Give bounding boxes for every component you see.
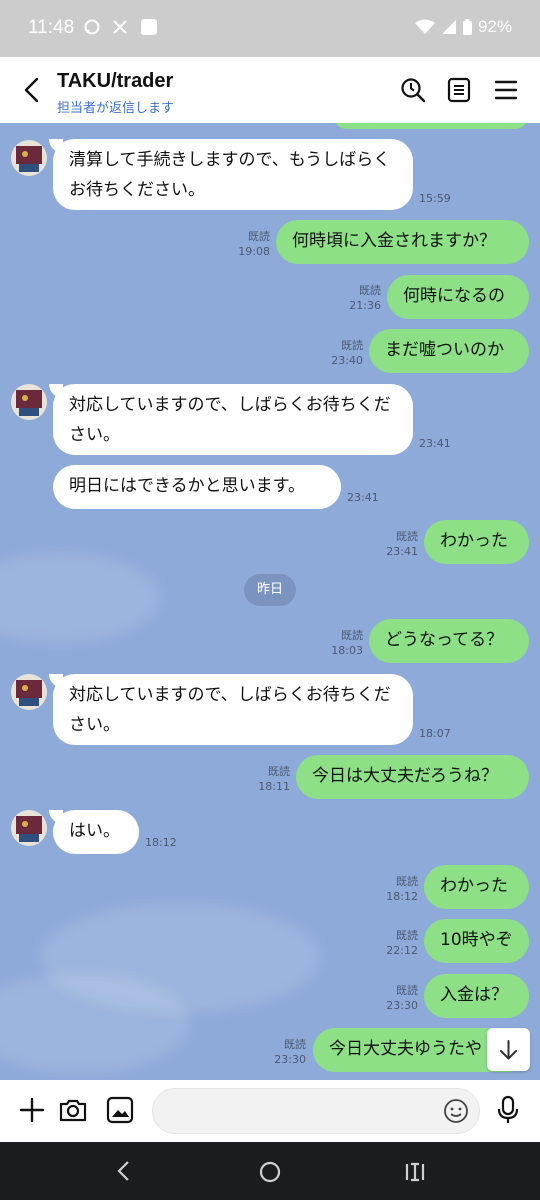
message-time: 18:12 — [145, 836, 177, 849]
message-time: 23:41 — [386, 545, 418, 558]
read-receipt: 既読 — [268, 765, 290, 778]
read-receipt: 既読 — [396, 929, 418, 942]
message-input-bar — [0, 1080, 540, 1142]
wifi-icon — [414, 19, 435, 34]
message-meta: 既読 21:36 — [343, 283, 381, 313]
message-meta: 既読 18:11 — [252, 764, 290, 794]
chat-header: TAKU/trader 担当者が返信します — [0, 57, 540, 123]
read-receipt: 既読 — [396, 530, 418, 543]
chat-notification-icon — [84, 19, 100, 35]
outgoing-message[interactable]: 何時になるの — [387, 275, 529, 319]
message-meta: 既読 23:30 — [374, 983, 418, 1013]
message-meta: 既読 19:08 — [232, 229, 270, 259]
scroll-to-bottom-button[interactable] — [487, 1028, 530, 1071]
nav-recents-icon[interactable] — [403, 1161, 427, 1183]
app-notification-icon — [141, 19, 157, 35]
x-app-icon — [113, 20, 127, 34]
message-time: 23:40 — [331, 354, 363, 367]
read-receipt: 既読 — [359, 284, 381, 297]
outgoing-message[interactable]: まだ嘘ついのか — [369, 329, 529, 373]
message-meta: 既読 18:03 — [325, 628, 363, 658]
outgoing-message[interactable]: 入金は？ — [424, 974, 529, 1018]
battery-icon — [462, 19, 472, 35]
nav-back-icon[interactable] — [114, 1160, 134, 1182]
message-input[interactable] — [152, 1088, 480, 1134]
background-cloud — [0, 553, 160, 643]
signal-icon — [441, 20, 456, 34]
outgoing-message[interactable]: わかった — [424, 520, 529, 564]
chat-subtitle: 担当者が返信します — [57, 101, 175, 116]
message-time: 18:07 — [419, 727, 451, 740]
incoming-message[interactable]: 明日にはできるかと思います。 — [53, 465, 341, 509]
chat-area[interactable]: 清算して手続きしますので、もうしばらくお待ちください。 15:59 既読 19:… — [0, 123, 540, 1080]
avatar[interactable] — [11, 810, 47, 846]
arrow-down-icon — [500, 1040, 517, 1060]
plus-icon[interactable] — [17, 1095, 47, 1125]
battery-level: 92% — [477, 17, 512, 36]
nav-home-icon[interactable] — [258, 1160, 282, 1184]
hamburger-menu-icon[interactable] — [493, 77, 519, 103]
read-receipt: 既読 — [396, 984, 418, 997]
message-meta: 既読 23:41 — [380, 529, 418, 559]
message-time: 23:30 — [274, 1053, 306, 1066]
message-meta: 既読 18:12 — [380, 874, 418, 904]
avatar[interactable] — [11, 140, 47, 176]
avatar[interactable] — [11, 674, 47, 710]
chat-title: TAKU/trader — [57, 70, 174, 92]
microphone-icon[interactable] — [493, 1095, 523, 1125]
message-time: 15:59 — [419, 192, 451, 205]
emoji-icon[interactable] — [443, 1098, 469, 1124]
message-time: 21:36 — [349, 299, 381, 312]
outgoing-message[interactable]: どうなってる？ — [369, 619, 529, 663]
message-meta: 既読 23:40 — [325, 338, 363, 368]
avatar[interactable] — [11, 384, 47, 420]
read-receipt: 既読 — [341, 339, 363, 352]
outgoing-message-partial[interactable] — [334, 123, 528, 129]
message-time: 23:41 — [419, 437, 451, 450]
message-time: 18:12 — [386, 890, 418, 903]
message-time: 23:41 — [347, 491, 379, 504]
camera-icon[interactable] — [58, 1095, 88, 1125]
message-meta: 既読 22:12 — [380, 928, 418, 958]
image-icon[interactable] — [105, 1095, 135, 1125]
read-receipt: 既読 — [248, 230, 270, 243]
status-bar: 11:48 92% — [0, 0, 540, 57]
read-receipt: 既読 — [396, 875, 418, 888]
outgoing-message[interactable]: 今日は大丈夫だろうね？ — [296, 755, 529, 799]
message-time: 18:03 — [331, 644, 363, 657]
status-time: 11:48 — [28, 17, 75, 38]
system-nav-bar — [0, 1142, 540, 1200]
outgoing-message[interactable]: 10時やぞ — [424, 919, 529, 963]
notes-icon[interactable] — [446, 77, 472, 103]
message-time: 19:08 — [238, 245, 270, 258]
outgoing-message[interactable]: 何時頃に入金されますか？ — [276, 220, 529, 264]
incoming-message[interactable]: はい。 — [53, 810, 139, 854]
read-receipt: 既読 — [341, 629, 363, 642]
incoming-message[interactable]: 清算して手続きしますので、もうしばらくお待ちください。 — [53, 139, 413, 210]
message-meta: 既読 23:30 — [262, 1037, 306, 1067]
outgoing-message[interactable]: わかった — [424, 865, 529, 909]
message-time: 22:12 — [386, 944, 418, 957]
date-divider: 昨日 — [244, 574, 296, 606]
read-receipt: 既読 — [284, 1038, 306, 1051]
search-icon[interactable] — [400, 77, 426, 103]
incoming-message[interactable]: 対応していますので、しばらくお待ちください。 — [53, 674, 413, 745]
incoming-message[interactable]: 対応していますので、しばらくお待ちください。 — [53, 384, 413, 455]
message-time: 18:11 — [258, 780, 290, 793]
chevron-left-icon[interactable] — [20, 77, 44, 103]
message-time: 23:30 — [386, 999, 418, 1012]
